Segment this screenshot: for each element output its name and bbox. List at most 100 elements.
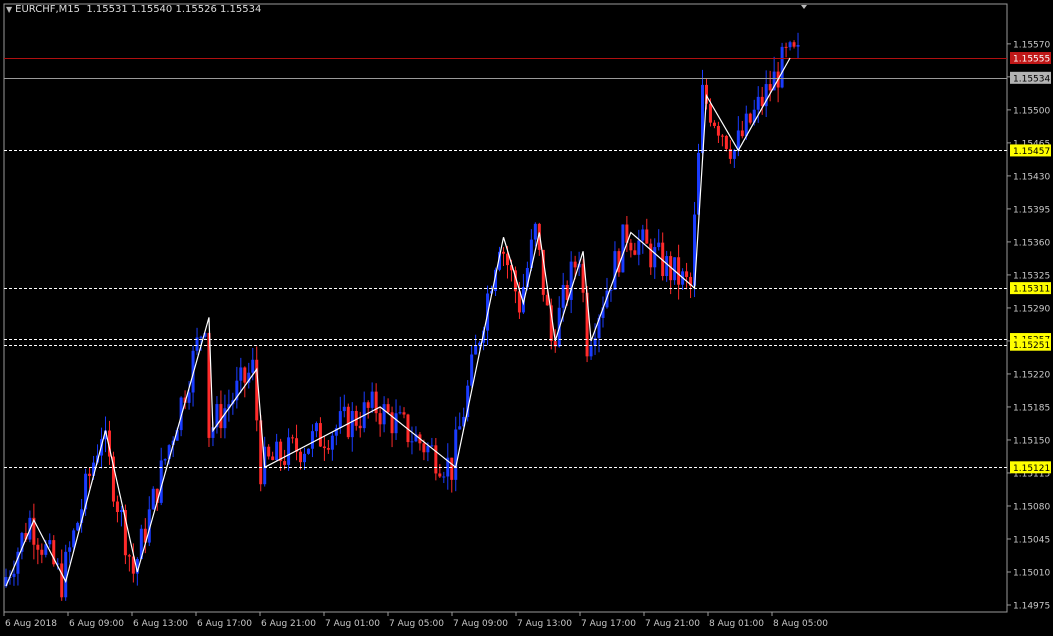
candle-body xyxy=(187,392,191,403)
candle-body xyxy=(318,423,322,447)
candle-body xyxy=(740,130,744,137)
candle-body xyxy=(533,223,537,240)
candle-body xyxy=(784,46,788,48)
chart-header: ▼ EURCHF,M15 1.15531 1.15540 1.15526 1.15… xyxy=(6,4,261,15)
candle-body xyxy=(64,551,68,598)
candle-body xyxy=(326,448,330,450)
candle-body xyxy=(645,229,649,244)
ohlc-readout: 1.15531 1.15540 1.15526 1.15534 xyxy=(86,4,262,15)
y-tick-label: 1.15325 xyxy=(1013,271,1050,281)
x-tick-label: 8 Aug 05:00 xyxy=(773,619,828,629)
candle-body xyxy=(36,544,40,550)
candle-body xyxy=(724,135,728,149)
candle-body xyxy=(748,113,752,123)
level-price-label: 1.15251 xyxy=(1013,341,1050,351)
y-tick-label: 1.14975 xyxy=(1013,602,1050,612)
time-axis[interactable]: 6 Aug 2018 6 Aug 09:00 6 Aug 13:00 6 Aug 17… xyxy=(3,612,828,629)
candle-body xyxy=(589,345,593,357)
candle-body xyxy=(12,573,16,577)
candle-body xyxy=(756,96,760,110)
candle-body xyxy=(641,229,645,241)
y-tick-label: 1.15150 xyxy=(1013,436,1050,446)
x-tick-label: 6 Aug 2018 xyxy=(5,619,57,629)
candle-body xyxy=(716,125,720,136)
x-tick-label: 7 Aug 01:00 xyxy=(325,619,380,629)
candle-body xyxy=(637,240,641,255)
ask-price-label: 1.15555 xyxy=(1013,55,1050,65)
candle-body xyxy=(314,423,318,432)
level-price-label: 1.15457 xyxy=(1013,147,1050,157)
candle-body xyxy=(338,411,342,429)
x-tick-label: 8 Aug 01:00 xyxy=(709,619,764,629)
price-chart[interactable]: 1.155701.155351.155001.154651.154301.153… xyxy=(0,0,1053,636)
x-tick-label: 6 Aug 09:00 xyxy=(69,619,124,629)
candle-body xyxy=(72,530,76,548)
level-price-label: 1.15311 xyxy=(1013,285,1050,295)
candle-body xyxy=(434,445,438,474)
candle-body xyxy=(271,456,275,461)
shift-marker-icon xyxy=(801,5,807,9)
candle-body xyxy=(458,426,462,430)
candle-body xyxy=(386,404,390,413)
candle-body xyxy=(685,271,689,277)
y-tick-label: 1.15430 xyxy=(1013,172,1050,182)
candle-body xyxy=(613,251,617,290)
x-tick-label: 7 Aug 09:00 xyxy=(453,619,508,629)
candle-body xyxy=(708,103,712,123)
candle-body xyxy=(40,549,44,555)
candle-body xyxy=(744,113,748,137)
collapse-triangle-icon[interactable]: ▼ xyxy=(6,5,12,14)
candle-body xyxy=(267,446,271,457)
candle-body xyxy=(653,247,657,268)
candle-body xyxy=(287,437,291,465)
candle-body xyxy=(243,367,247,383)
price-axis[interactable]: 1.155701.155351.155001.154651.154301.153… xyxy=(1007,40,1051,612)
x-tick-label: 7 Aug 13:00 xyxy=(517,619,572,629)
candle-body xyxy=(502,251,505,254)
x-tick-label: 7 Aug 05:00 xyxy=(389,619,444,629)
candle-body xyxy=(251,359,255,373)
y-tick-label: 1.15045 xyxy=(1013,535,1050,545)
candle-body xyxy=(649,243,653,268)
candle-body xyxy=(330,435,334,450)
candle-body xyxy=(454,429,458,480)
candle-body xyxy=(163,459,167,461)
candle-body xyxy=(736,130,740,151)
candle-body xyxy=(60,563,64,598)
candle-body xyxy=(673,257,677,281)
candle-body xyxy=(780,46,784,88)
y-tick-label: 1.15500 xyxy=(1013,106,1050,116)
candle-body xyxy=(788,42,792,48)
y-tick-label: 1.15080 xyxy=(1013,502,1050,512)
candle-body xyxy=(398,412,402,414)
y-tick-label: 1.15185 xyxy=(1013,403,1050,413)
y-tick-label: 1.15360 xyxy=(1013,238,1050,248)
x-tick-label: 7 Aug 21:00 xyxy=(645,619,700,629)
x-tick-label: 6 Aug 21:00 xyxy=(261,619,316,629)
candle-body xyxy=(442,476,446,478)
candle-body xyxy=(127,555,131,557)
candle-body xyxy=(370,391,374,408)
candle-body xyxy=(151,488,155,510)
candle-body xyxy=(48,540,52,545)
candle-body xyxy=(677,257,681,285)
candle-body xyxy=(796,44,800,47)
candle-body xyxy=(275,441,279,461)
candle-body xyxy=(299,451,303,463)
candle-body xyxy=(422,443,426,453)
candle-body xyxy=(378,413,382,425)
symbol-label: EURCHF,M15 xyxy=(15,4,81,15)
candle-body xyxy=(88,473,92,476)
candle-body xyxy=(657,242,661,248)
candle-body xyxy=(621,224,625,273)
candle-body xyxy=(792,42,796,47)
candle-body xyxy=(470,354,474,386)
candlestick-series xyxy=(4,32,800,601)
candle-body xyxy=(410,441,414,443)
horizontal-levels[interactable] xyxy=(4,58,1007,468)
candle-body xyxy=(633,250,637,255)
level-price-label: 1.15121 xyxy=(1013,464,1050,474)
y-tick-label: 1.15010 xyxy=(1013,568,1050,578)
candle-body xyxy=(768,84,772,91)
candle-body xyxy=(712,122,716,126)
